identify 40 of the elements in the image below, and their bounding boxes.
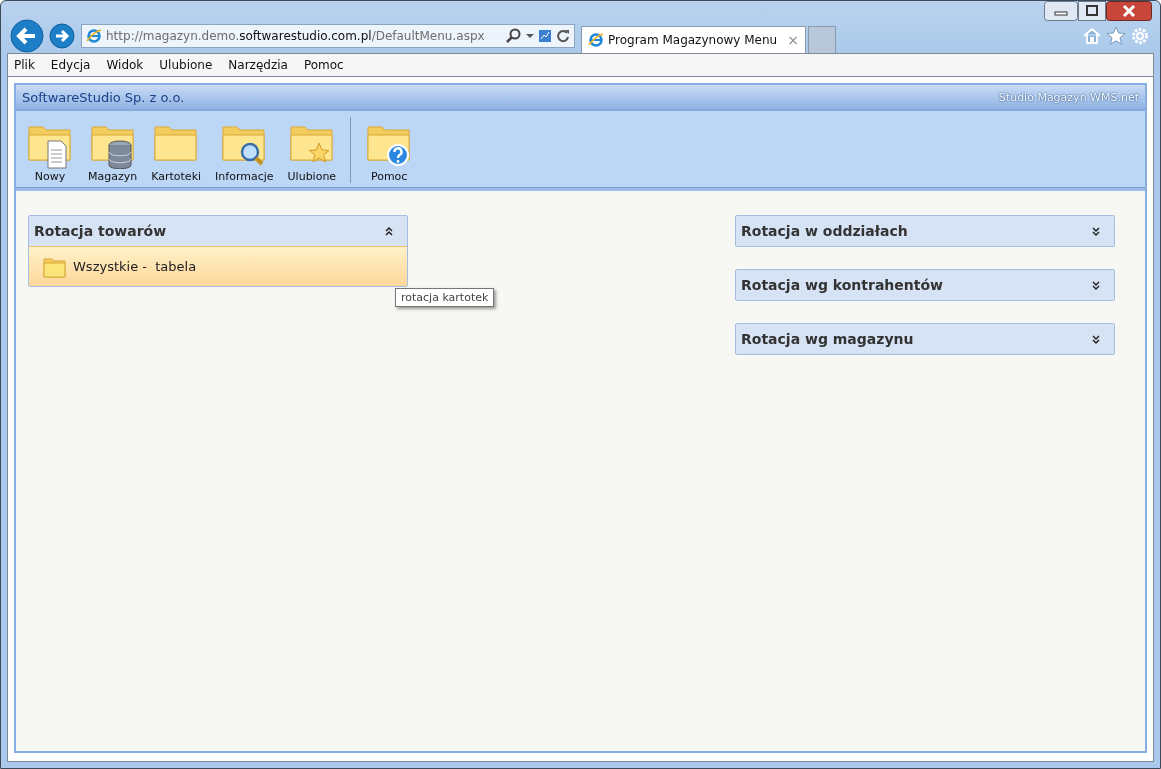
expand-icon[interactable] [1092, 225, 1100, 237]
folder-icon [43, 255, 67, 278]
panel-header[interactable]: Rotacja wg kontrahentów [736, 270, 1114, 300]
browser-logo-icon [588, 32, 604, 48]
menu-item[interactable]: Pomoc [303, 58, 344, 72]
menu-item[interactable]: Narzędzia [228, 58, 288, 72]
forward-icon[interactable] [49, 22, 77, 50]
expand-icon[interactable] [1092, 333, 1100, 345]
toolbar-button[interactable]: Ulubione [287, 121, 337, 183]
toolbar-button[interactable]: Kartoteki [151, 121, 202, 183]
tab-title: Program Magazynowy Menu [608, 33, 778, 47]
splitter-handle[interactable] [16, 187, 1145, 191]
panel-item[interactable]: Wszystkie - tabela [29, 246, 407, 286]
panel-header[interactable]: Rotacja towarów [29, 216, 407, 246]
panel-header[interactable]: Rotacja wg magazynu [736, 324, 1114, 354]
address-field[interactable]: http://magazyn.demo.softwarestudio.com.pl/DefaultMenu.aspx [81, 24, 575, 48]
search-icon[interactable] [506, 28, 522, 44]
refresh-icon[interactable] [556, 28, 570, 44]
expand-icon[interactable] [1092, 279, 1100, 291]
toolbar-button[interactable]: Magazyn [88, 121, 138, 183]
close-icon[interactable] [1106, 1, 1152, 21]
menu-item[interactable]: Edycja [50, 58, 91, 72]
menu-item[interactable]: Plik [14, 58, 35, 72]
compatibility-icon[interactable] [538, 28, 552, 44]
maximize-icon[interactable] [1078, 1, 1106, 21]
browser-logo-icon [86, 28, 102, 44]
toolbar-button[interactable]: Pomoc [365, 121, 414, 183]
panel-header[interactable]: Rotacja w oddziałach [736, 216, 1114, 246]
tooltip: rotacja kartotek [395, 288, 495, 307]
back-icon[interactable] [9, 19, 47, 53]
company-name: SoftwareStudio Sp. z o.o. [22, 89, 185, 105]
browser-tab[interactable]: Program Magazynowy Menu × [581, 26, 806, 53]
menu-item[interactable]: Ulubione [159, 58, 213, 72]
toolbar-button[interactable]: Nowy [26, 121, 74, 183]
close-tab-button[interactable]: × [787, 32, 799, 48]
collapse-icon[interactable] [385, 225, 393, 237]
toolbar-button[interactable]: Informacje [215, 121, 274, 183]
product-name: Studio Magazyn WMS.net [998, 90, 1139, 104]
star-icon[interactable] [1106, 26, 1126, 46]
menu-item[interactable]: Widok [106, 58, 144, 72]
